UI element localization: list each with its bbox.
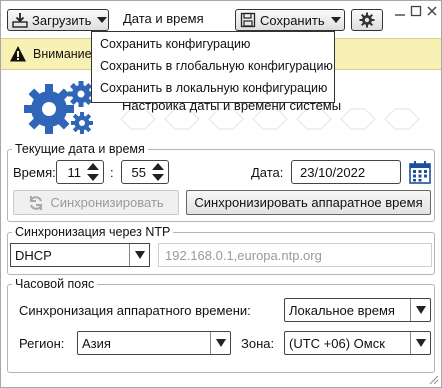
current-datetime-legend: Текущие дата и время <box>15 142 145 156</box>
sync-hardware-time-label: Синхронизировать аппаратное время <box>194 195 423 210</box>
settings-gears-icon <box>23 77 99 139</box>
gear-icon <box>359 12 375 28</box>
menu-item-save-global[interactable]: Сохранить в глобальную конфигурацию <box>92 56 334 76</box>
ntp-mode-select[interactable]: DHCP <box>10 243 150 267</box>
menu-item-save-config[interactable]: Сохранить конфигурацию <box>92 34 334 54</box>
sync-button[interactable]: Синхронизировать <box>13 190 179 215</box>
ntp-mode-value: DHCP <box>15 247 52 263</box>
region-select[interactable]: Азия <box>77 331 231 355</box>
date-label: Дата: <box>251 165 284 180</box>
chevron-down-icon <box>97 17 108 23</box>
chevron-down-icon <box>129 244 149 266</box>
save-menu: Сохранить конфигурацию Сохранить в глоба… <box>91 31 335 103</box>
chevron-down-icon <box>410 299 430 321</box>
close-icon[interactable] <box>426 5 438 17</box>
hours-stepper[interactable]: 11 <box>56 160 104 184</box>
resize-grip-icon[interactable] <box>427 373 439 385</box>
date-value: 23/10/2022 <box>300 164 366 180</box>
timezone-group: Часовой пояс <box>7 277 435 373</box>
settings-button[interactable] <box>351 9 383 31</box>
calendar-icon[interactable] <box>409 160 431 184</box>
save-label: Сохранить <box>260 12 325 28</box>
region-value: Азия <box>82 335 111 351</box>
menu-item-save-local[interactable]: Сохранить в локальную конфигурацию <box>92 78 334 98</box>
hardware-sync-label: Синхронизация аппаратного времени: <box>19 303 251 318</box>
chevron-down-icon <box>210 332 230 354</box>
ntp-servers-field[interactable]: 192.168.0.1,europa.ntp.org <box>158 243 432 267</box>
load-label: Загрузить <box>32 12 92 28</box>
zone-select[interactable]: (UTC +06) Омск <box>284 331 431 355</box>
sync-hardware-time-button[interactable]: Синхронизировать аппаратное время <box>186 190 431 215</box>
hardware-sync-select[interactable]: Локальное время <box>284 298 431 322</box>
refresh-icon <box>28 195 44 211</box>
chevron-down-icon <box>410 332 430 354</box>
hardware-sync-value: Локальное время <box>289 302 395 318</box>
maximize-icon[interactable] <box>410 5 422 17</box>
spin-arrows-icon[interactable] <box>151 161 165 183</box>
time-label: Время: <box>13 165 56 180</box>
floppy-icon <box>240 12 256 28</box>
date-time-window: Загрузить Дата и время Сохранить Внимани… <box>0 0 442 388</box>
load-button[interactable]: Загрузить <box>7 9 109 31</box>
date-field[interactable]: 23/10/2022 <box>291 160 401 184</box>
time-separator: : <box>110 165 114 180</box>
region-label: Регион: <box>19 336 65 351</box>
chevron-down-icon <box>330 17 341 23</box>
warning-text: Внимание <box>33 47 92 61</box>
ntp-servers-text: 192.168.0.1,europa.ntp.org <box>165 247 322 263</box>
warning-icon <box>9 45 27 63</box>
download-icon <box>12 12 28 28</box>
sync-label: Синхронизировать <box>50 195 164 210</box>
ntp-sync-legend: Синхронизация через NTP <box>15 225 171 239</box>
minutes-stepper[interactable]: 55 <box>121 160 169 184</box>
window-title: Дата и время <box>123 11 204 26</box>
timezone-legend: Часовой пояс <box>15 277 95 291</box>
minutes-value: 55 <box>131 164 146 180</box>
hours-value: 11 <box>67 164 82 180</box>
save-button[interactable]: Сохранить <box>235 9 345 31</box>
zone-value: (UTC +06) Омск <box>289 335 385 351</box>
zone-label: Зона: <box>241 336 275 351</box>
minimize-icon[interactable] <box>394 5 406 17</box>
spin-arrows-icon[interactable] <box>86 161 100 183</box>
